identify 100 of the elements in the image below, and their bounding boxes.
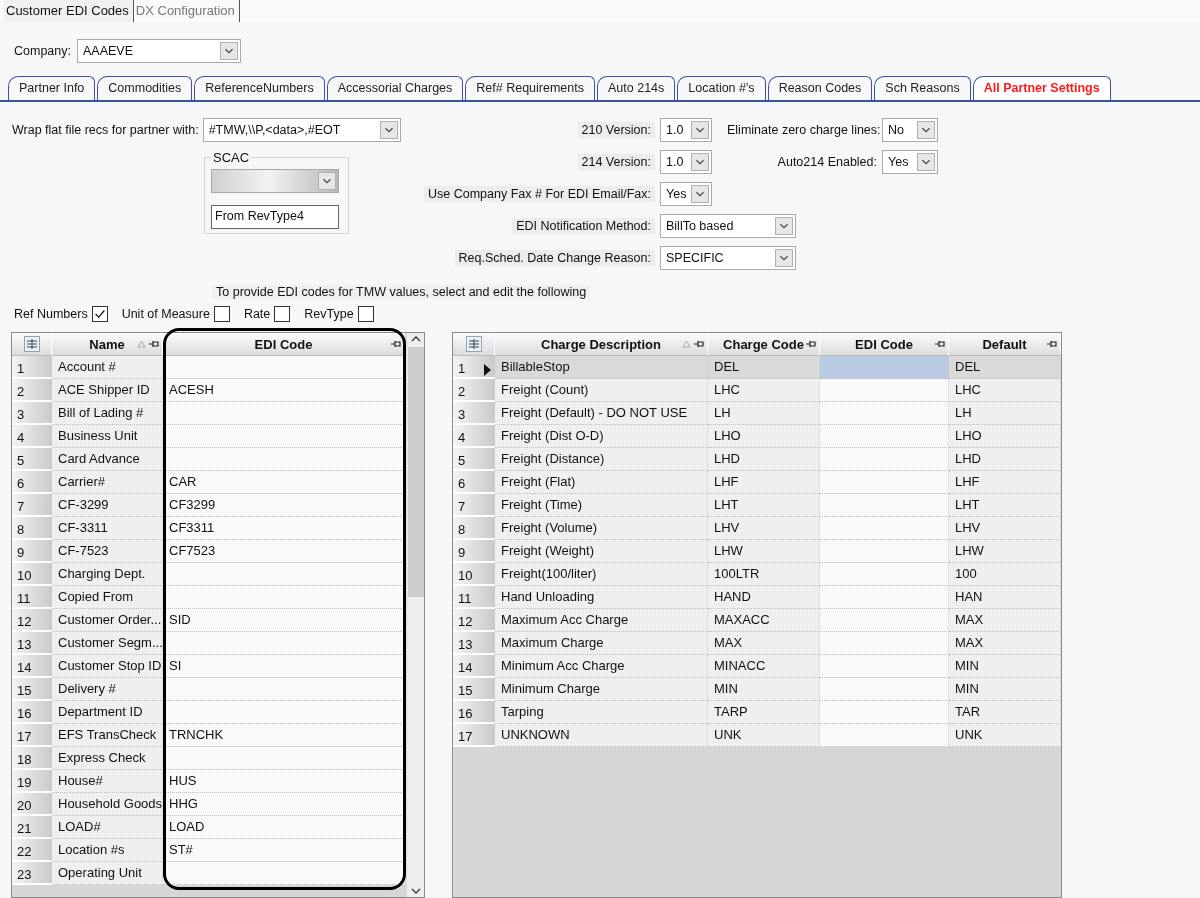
table-cell[interactable]: ST#	[163, 839, 405, 862]
row-number: 12	[12, 609, 52, 632]
table-cell[interactable]	[820, 724, 949, 747]
tab[interactable]: Location #'s	[677, 75, 766, 100]
table-cell[interactable]	[820, 678, 949, 701]
table-cell[interactable]: CF3311	[163, 517, 405, 540]
column-header[interactable]: EDI Code	[820, 333, 949, 356]
table-cell: Minimum Acc Charge	[495, 655, 708, 678]
dropdown[interactable]: SPECIFIC	[660, 245, 796, 270]
table-cell: CF-3299	[52, 494, 163, 517]
table-cell[interactable]: HUS	[163, 770, 405, 793]
row-number: 21	[12, 816, 52, 839]
table-cell: Freight (Distance)	[495, 448, 708, 471]
column-header[interactable]: Default	[949, 333, 1061, 356]
tab[interactable]: Ref# Requirements	[465, 75, 595, 100]
checkbox[interactable]	[213, 306, 230, 323]
dropdown[interactable]: Yes	[660, 181, 712, 206]
row-number: 11	[12, 586, 52, 609]
column-header[interactable]: Charge Code	[708, 333, 820, 356]
table-cell[interactable]	[820, 632, 949, 655]
table-cell[interactable]	[820, 402, 949, 425]
table-cell[interactable]: TRNCHK	[163, 724, 405, 747]
checkbox[interactable]	[357, 306, 374, 323]
table-cell[interactable]	[820, 471, 949, 494]
table-cell: MAX	[949, 632, 1061, 655]
column-chooser-icon[interactable]	[23, 336, 40, 352]
tab[interactable]: Accessorial Charges	[326, 75, 464, 100]
dropdown[interactable]: 1.0	[660, 117, 712, 142]
dropdown[interactable]: No	[882, 117, 938, 142]
table-cell: Department ID	[52, 701, 163, 724]
column-header[interactable]: Name	[52, 333, 163, 356]
column-chooser[interactable]	[453, 333, 495, 356]
table-cell: Account #	[52, 356, 163, 379]
table-cell[interactable]	[820, 586, 949, 609]
table-cell: Freight (Weight)	[495, 540, 708, 563]
field-label: 210 Version:	[577, 121, 655, 138]
scrollbar[interactable]	[406, 333, 424, 897]
table-cell: LHC	[949, 379, 1061, 402]
table-cell: UNK	[708, 724, 820, 747]
table-cell[interactable]: ACESH	[163, 379, 405, 402]
tab[interactable]: Auto 214s	[597, 75, 676, 100]
top-tab[interactable]: Customer EDI Codes	[4, 0, 134, 22]
dropdown[interactable]: 1.0	[660, 149, 712, 174]
table-cell[interactable]: HHG	[163, 793, 405, 816]
pin-icon[interactable]	[694, 339, 704, 349]
scac-field[interactable]: From RevType4	[211, 204, 339, 229]
table-cell[interactable]: SID	[163, 609, 405, 632]
tab[interactable]: Reason Codes	[767, 75, 873, 100]
dropdown[interactable]: AAAEVE	[77, 38, 241, 63]
table-cell[interactable]: SI	[163, 655, 405, 678]
table-cell[interactable]	[820, 609, 949, 632]
tab[interactable]: ReferenceNumbers	[194, 75, 325, 100]
table-cell[interactable]	[820, 563, 949, 586]
pin-icon[interactable]	[935, 339, 945, 349]
table-cell[interactable]: LOAD	[163, 816, 405, 839]
row-number: 5	[453, 448, 495, 471]
table-cell[interactable]	[820, 494, 949, 517]
pin-icon[interactable]	[806, 339, 816, 349]
pin-icon[interactable]	[149, 339, 159, 349]
table-cell[interactable]	[820, 517, 949, 540]
tab[interactable]: Sch Reasons	[874, 75, 971, 100]
table-cell[interactable]	[820, 356, 949, 379]
dropdown[interactable]: #TMW,\\P,<data>,#EOT	[202, 117, 401, 142]
dropdown[interactable]: BillTo based	[660, 213, 796, 238]
row-number: 14	[453, 655, 495, 678]
column-header[interactable]: EDI Code	[163, 333, 405, 356]
table-cell[interactable]: CAR	[163, 471, 405, 494]
table-cell[interactable]	[820, 655, 949, 678]
table-cell[interactable]	[820, 425, 949, 448]
table-cell[interactable]	[820, 379, 949, 402]
table-cell[interactable]	[163, 862, 405, 885]
table-cell: LH	[708, 402, 820, 425]
column-header[interactable]: Charge Description	[495, 333, 708, 356]
table-cell: LH	[949, 402, 1061, 425]
table-cell: CF-7523	[52, 540, 163, 563]
table-cell[interactable]: CF7523	[163, 540, 405, 563]
filter-label: RevType	[304, 307, 354, 322]
pin-icon[interactable]	[1047, 339, 1057, 349]
top-tab[interactable]: DX Configuration	[133, 0, 240, 22]
table-cell[interactable]	[820, 540, 949, 563]
row-number: 10	[12, 563, 52, 586]
tab[interactable]: Partner Info	[8, 75, 96, 100]
tab[interactable]: All Partner Settings	[972, 75, 1111, 100]
pin-icon[interactable]	[391, 339, 401, 349]
table-cell: LHT	[949, 494, 1061, 517]
table-cell: Card Advance	[52, 448, 163, 471]
table-cell[interactable]	[163, 356, 405, 379]
checkbox[interactable]	[274, 306, 291, 323]
table-cell[interactable]	[820, 701, 949, 724]
checkbox[interactable]	[91, 306, 108, 323]
column-chooser-icon[interactable]	[465, 336, 482, 352]
dropdown[interactable]: Yes	[882, 149, 938, 174]
tab[interactable]: Commodities	[97, 75, 193, 100]
table-cell[interactable]	[820, 448, 949, 471]
table-cell[interactable]: CF3299	[163, 494, 405, 517]
row-number: 17	[453, 724, 495, 747]
wrap-label: Wrap flat file recs for partner with:	[12, 122, 199, 137]
table-cell: ACE Shipper ID	[52, 379, 163, 402]
row-number: 15	[12, 678, 52, 701]
column-chooser[interactable]	[12, 333, 52, 356]
